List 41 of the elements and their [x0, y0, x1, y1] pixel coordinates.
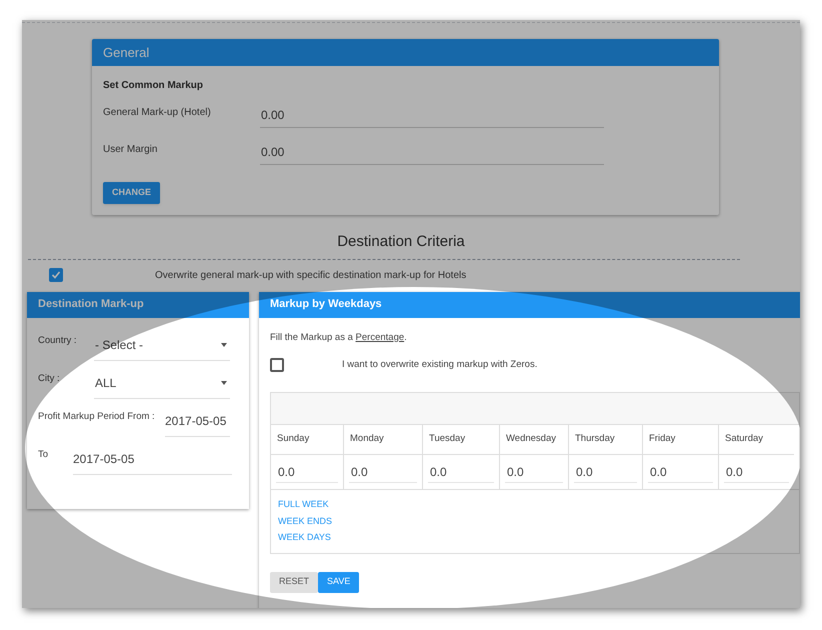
number-field[interactable]: 0.0	[428, 461, 494, 483]
field-label: Profit Markup Period From :	[38, 410, 156, 424]
checkbox[interactable]	[270, 358, 284, 372]
field-label: User Margin	[103, 143, 158, 157]
field-label: General Mark-up (Hotel)	[103, 106, 212, 120]
instruction-text: Fill the Markup as a Percentage.	[270, 330, 408, 344]
number-field[interactable]: 0.0	[349, 461, 417, 483]
dropdown[interactable]: ALL	[94, 368, 230, 398]
column-header: Sunday	[271, 425, 344, 455]
date-field[interactable]: 2017-05-05	[165, 406, 230, 436]
dropdown[interactable]: - Select -	[94, 330, 230, 360]
date-field[interactable]: 2017-05-05	[73, 444, 232, 474]
number-field[interactable]: 0.0	[648, 461, 713, 483]
section-title: Destination Criteria	[336, 232, 466, 252]
field-label: Country :	[38, 334, 78, 348]
column-header: Monday	[344, 425, 423, 455]
column-header: Friday	[643, 425, 719, 455]
percentage-link[interactable]: Percentage	[356, 332, 404, 342]
check-icon	[51, 270, 61, 280]
text-field[interactable]: 0.00	[260, 140, 604, 165]
section-subtitle: Set Common Markup	[103, 79, 204, 93]
column-header: Wednesday	[500, 425, 569, 455]
caret-icon	[221, 343, 227, 347]
field-label: City :	[38, 372, 61, 386]
number-field[interactable]: 0.0	[574, 461, 637, 483]
card-header: General	[92, 39, 719, 66]
panel-header: Markup by Weekdays	[259, 292, 800, 318]
panel-header: Destination Mark-up	[27, 292, 249, 318]
column-header: Saturday	[719, 425, 794, 455]
checkbox[interactable]	[49, 268, 63, 282]
number-field[interactable]: 0.0	[505, 461, 563, 483]
checkbox-label: Overwrite general mark-up with specific destination mark-up for Hotels	[155, 268, 466, 282]
number-field[interactable]: 0.0	[724, 461, 789, 483]
reset-button[interactable]: RESET	[270, 572, 318, 592]
caret-icon	[221, 381, 227, 385]
number-field[interactable]: 0.0	[276, 461, 338, 483]
column-header: Thursday	[569, 425, 643, 455]
checkbox-label: I want to overwrite existing markup with Zeros.	[342, 358, 538, 372]
column-header: Tuesday	[423, 425, 500, 455]
text-field[interactable]: 0.00	[260, 103, 604, 128]
field-label: To	[38, 448, 50, 462]
